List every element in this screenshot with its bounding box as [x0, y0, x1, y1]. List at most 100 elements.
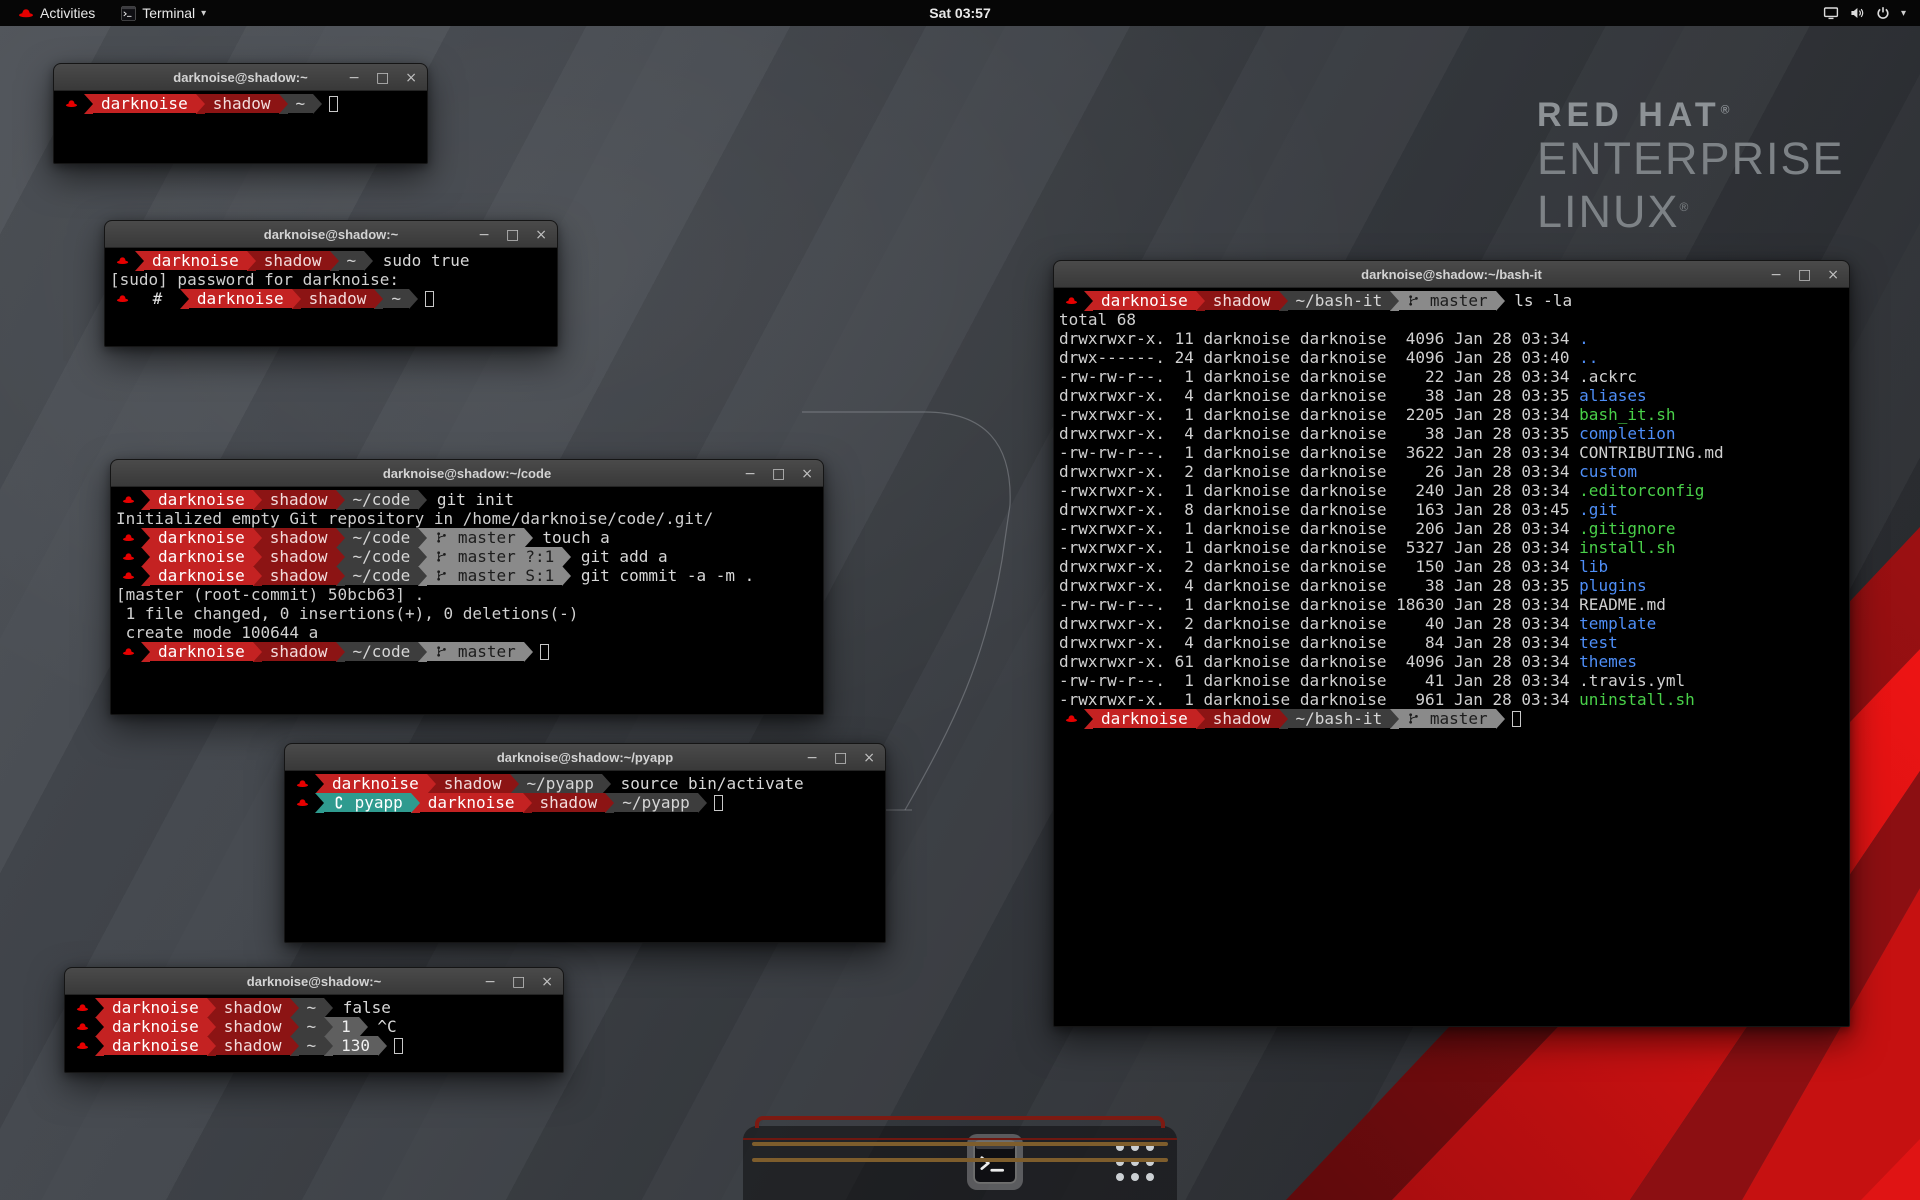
powerline-separator — [378, 1036, 387, 1056]
clock[interactable]: Sat 03:57 — [929, 5, 990, 21]
titlebar[interactable]: darknoise@shadow:~/code − □ × — [111, 460, 823, 487]
seg-out: aliases — [1579, 386, 1646, 405]
powerline-separator — [364, 251, 373, 271]
seg-host: shadow — [262, 566, 336, 585]
seg-out: themes — [1579, 652, 1637, 671]
seg-out: -rw-rw-r--. 1 darknoise darknoise 41 Jan… — [1059, 671, 1685, 690]
terminal-content[interactable]: darknoiseshadow~ falsedarknoiseshadow~1 … — [65, 995, 563, 1072]
titlebar[interactable]: darknoise@shadow:~/bash-it − □ × — [1054, 261, 1849, 288]
terminal-content[interactable]: darknoiseshadow~ — [54, 91, 427, 163]
titlebar[interactable]: darknoise@shadow:~ − □ × — [105, 221, 557, 248]
close-button[interactable]: × — [535, 228, 547, 242]
brand-line3: LINUX — [1537, 186, 1680, 237]
seg-out: drwxrwxr-x. 8 darknoise darknoise 163 Ja… — [1059, 500, 1579, 519]
powerline-separator — [290, 1017, 299, 1037]
powerline-separator — [524, 528, 533, 548]
dock — [743, 1126, 1177, 1200]
seg-user: darknoise — [104, 1017, 207, 1036]
dock-files[interactable] — [897, 1134, 953, 1190]
powerline-separator — [315, 793, 324, 813]
system-menu[interactable]: ▾ — [1815, 0, 1914, 26]
minimize-button[interactable]: − — [744, 467, 756, 481]
powerline-separator — [1196, 709, 1205, 729]
snake-icon: pyapp — [324, 793, 411, 812]
close-button[interactable]: × — [541, 975, 553, 989]
minimize-button[interactable]: − — [1770, 268, 1782, 282]
powerline-separator — [330, 251, 339, 271]
terminal-cursor — [540, 644, 549, 660]
maximize-button[interactable]: □ — [834, 751, 847, 765]
seg-out: -rwxrwxr-x. 1 darknoise darknoise 2205 J… — [1059, 405, 1579, 424]
powerline-separator — [315, 774, 324, 794]
seg-user: darknoise — [324, 774, 427, 793]
seg-out: -rwxrwxr-x. 1 darknoise darknoise 240 Ja… — [1059, 481, 1579, 500]
powerline-separator — [95, 1017, 104, 1037]
powerline-separator — [418, 490, 427, 510]
seg-path: ~ — [383, 289, 409, 308]
terminal-content[interactable]: darknoiseshadow~/bash-it master ls -lato… — [1054, 288, 1849, 1026]
maximize-button[interactable]: □ — [512, 975, 525, 989]
seg-host: shadow — [262, 547, 336, 566]
powerline-separator — [562, 566, 571, 586]
fedora-icon — [116, 528, 141, 547]
terminal-line: -rwxrwxr-x. 1 darknoise darknoise 961 Ja… — [1059, 690, 1844, 709]
powerline-separator — [418, 528, 427, 548]
maximize-button[interactable]: □ — [772, 467, 785, 481]
top-bar: Activities Terminal ▾ Sat 03:57 ▾ — [0, 0, 1920, 26]
seg-host: shadow — [1205, 291, 1279, 310]
close-button[interactable]: × — [1827, 268, 1839, 282]
chevron-down-icon: ▾ — [1901, 8, 1906, 19]
terminal-line: -rwxrwxr-x. 1 darknoise darknoise 2205 J… — [1059, 405, 1844, 424]
window-title: darknoise@shadow:~ — [173, 70, 307, 85]
minimize-button[interactable]: − — [806, 751, 818, 765]
powerline-separator — [1084, 291, 1093, 311]
seg-user: darknoise — [104, 998, 207, 1017]
powerline-separator — [418, 642, 427, 662]
brand-line2: ENTERPRISE — [1537, 135, 1845, 183]
fedora-icon — [290, 774, 315, 793]
seg-host: shadow — [532, 793, 606, 812]
titlebar[interactable]: darknoise@shadow:~ − □ × — [54, 64, 427, 91]
terminal-content[interactable]: darknoiseshadow~ sudo true[sudo] passwor… — [105, 248, 557, 346]
terminal-line: drwxrwxr-x. 11 darknoise darknoise 4096 … — [1059, 329, 1844, 348]
fedora-icon — [116, 642, 141, 661]
seg-out: [sudo] password for darknoise: — [110, 270, 399, 289]
close-button[interactable]: × — [801, 467, 813, 481]
fedora-icon — [1059, 291, 1084, 310]
app-menu-terminal[interactable]: Terminal ▾ — [111, 0, 216, 26]
terminal-cursor — [425, 291, 434, 307]
seg-path: ~/code — [345, 566, 419, 585]
seg-host: shadow — [301, 289, 375, 308]
powerline-separator — [290, 1036, 299, 1056]
seg-user: darknoise — [144, 251, 247, 270]
activities-button[interactable]: Activities — [8, 0, 105, 26]
close-button[interactable]: × — [863, 751, 875, 765]
close-button[interactable]: × — [405, 71, 417, 85]
minimize-button[interactable]: − — [478, 228, 490, 242]
window-title: darknoise@shadow:~ — [247, 974, 381, 989]
seg-path: ~ — [299, 998, 325, 1017]
terminal-content[interactable]: darknoiseshadow~/pyapp source bin/activa… — [285, 771, 885, 942]
powerline-separator — [84, 94, 93, 114]
seg-cmd: git commit -a -m . — [571, 566, 754, 585]
titlebar[interactable]: darknoise@shadow:~ − □ × — [65, 968, 563, 995]
terminal-cursor — [394, 1038, 403, 1054]
terminal-cursor — [329, 96, 338, 112]
terminal-line: drwxrwxr-x. 2 darknoise darknoise 40 Jan… — [1059, 614, 1844, 633]
maximize-button[interactable]: □ — [506, 228, 519, 242]
minimize-button[interactable]: − — [348, 71, 360, 85]
powerline-separator — [135, 251, 144, 271]
window-title: darknoise@shadow:~ — [264, 227, 398, 242]
maximize-button[interactable]: □ — [376, 71, 389, 85]
powerline-separator — [523, 793, 532, 813]
seg-path: ~/code — [345, 547, 419, 566]
terminal-content[interactable]: darknoiseshadow~/code git initInitialize… — [111, 487, 823, 714]
titlebar[interactable]: darknoise@shadow:~/pyapp − □ × — [285, 744, 885, 771]
maximize-button[interactable]: □ — [1798, 268, 1811, 282]
terminal-cursor — [1512, 711, 1521, 727]
seg-user: darknoise — [150, 566, 253, 585]
powerline-separator — [95, 1036, 104, 1056]
terminal-line: -rwxrwxr-x. 1 darknoise darknoise 206 Ja… — [1059, 519, 1844, 538]
minimize-button[interactable]: − — [484, 975, 496, 989]
terminal-line: -rwxrwxr-x. 1 darknoise darknoise 5327 J… — [1059, 538, 1844, 557]
